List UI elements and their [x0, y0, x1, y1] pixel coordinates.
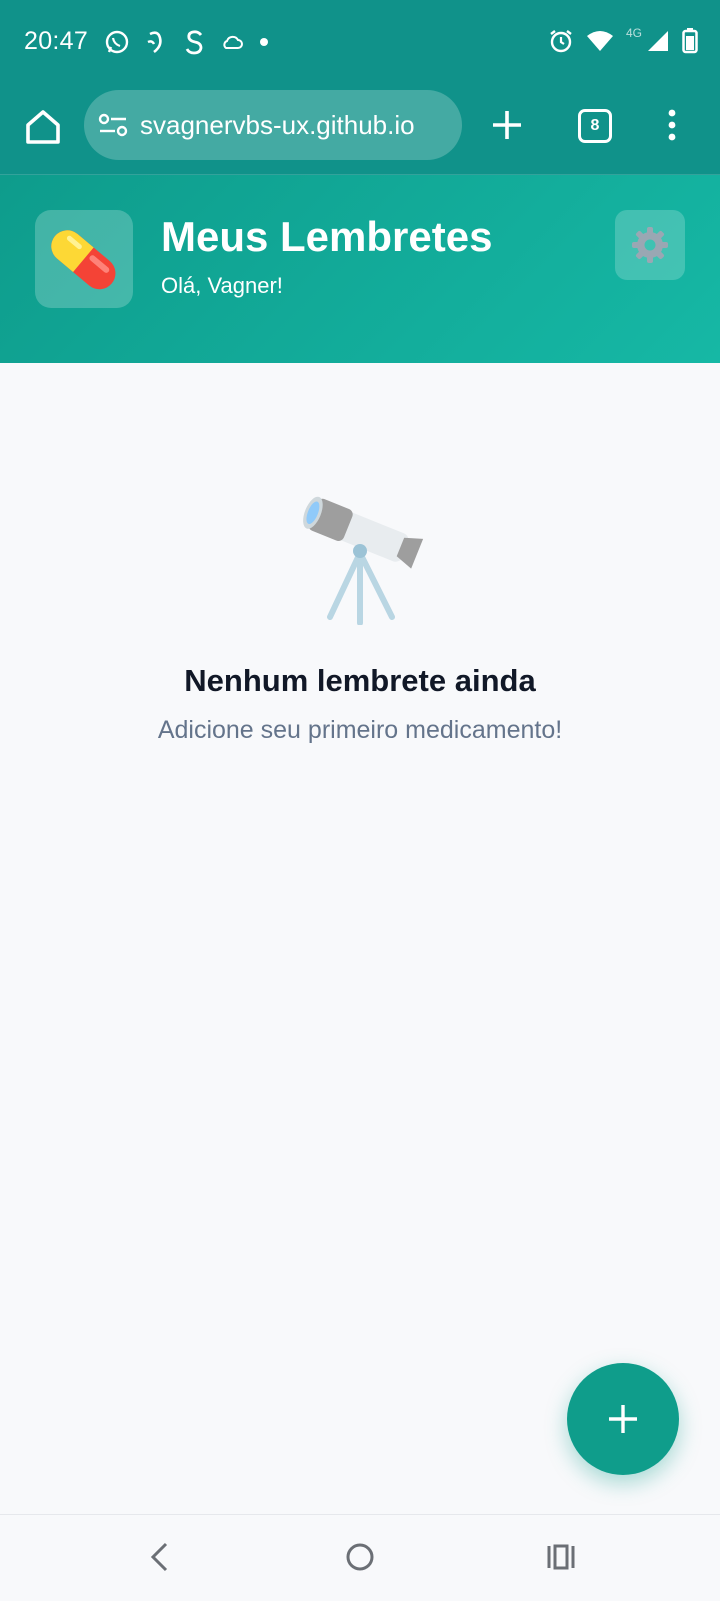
status-time: 20:47 — [24, 27, 89, 55]
home-circle-icon[interactable] — [345, 1542, 375, 1572]
add-reminder-button[interactable] — [567, 1363, 679, 1475]
empty-state-subtitle: Adicione seu primeiro medicamento! — [157, 716, 563, 744]
settings-button[interactable] — [615, 210, 685, 280]
system-icons: 4G — [548, 26, 698, 54]
dot-icon — [260, 38, 268, 46]
system-navigation-bar — [0, 1514, 720, 1601]
wifi-icon — [586, 31, 613, 51]
browser-toolbar: svagnervbs-ux.github.io 8 — [0, 84, 720, 175]
gear-icon — [632, 227, 668, 263]
recents-icon[interactable] — [546, 1544, 576, 1570]
app-header: Meus Lembretes Olá, Vagner! — [0, 175, 720, 363]
more-menu-icon[interactable] — [666, 109, 678, 143]
app-logo — [35, 210, 133, 308]
whatsapp-icon — [105, 30, 129, 54]
url-text[interactable]: svagnervbs-ux.github.io — [140, 110, 415, 141]
network-label: 4G — [625, 26, 642, 40]
app-notification-icon — [147, 31, 162, 54]
plus-icon — [609, 1405, 637, 1433]
battery-icon — [682, 28, 698, 54]
home-icon[interactable] — [24, 108, 62, 146]
new-tab-icon[interactable] — [490, 108, 524, 142]
notification-icons — [104, 28, 270, 56]
empty-state-title: Nenhum lembrete ainda — [184, 663, 536, 698]
status-bar: 20:47 4G — [0, 0, 720, 84]
greeting: Olá, Vagner! — [161, 273, 283, 298]
signal-icon — [648, 31, 668, 51]
back-icon[interactable] — [148, 1542, 170, 1572]
telescope-icon — [303, 496, 424, 625]
cloud-icon — [223, 35, 243, 49]
site-settings-icon[interactable] — [98, 113, 128, 137]
page-title: Meus Lembretes — [161, 213, 493, 260]
url-bar[interactable]: svagnervbs-ux.github.io — [84, 90, 462, 160]
s-app-icon — [185, 30, 203, 55]
tabs-icon[interactable]: 8 — [578, 109, 612, 143]
pill-icon — [51, 230, 116, 290]
alarm-icon — [550, 30, 572, 53]
